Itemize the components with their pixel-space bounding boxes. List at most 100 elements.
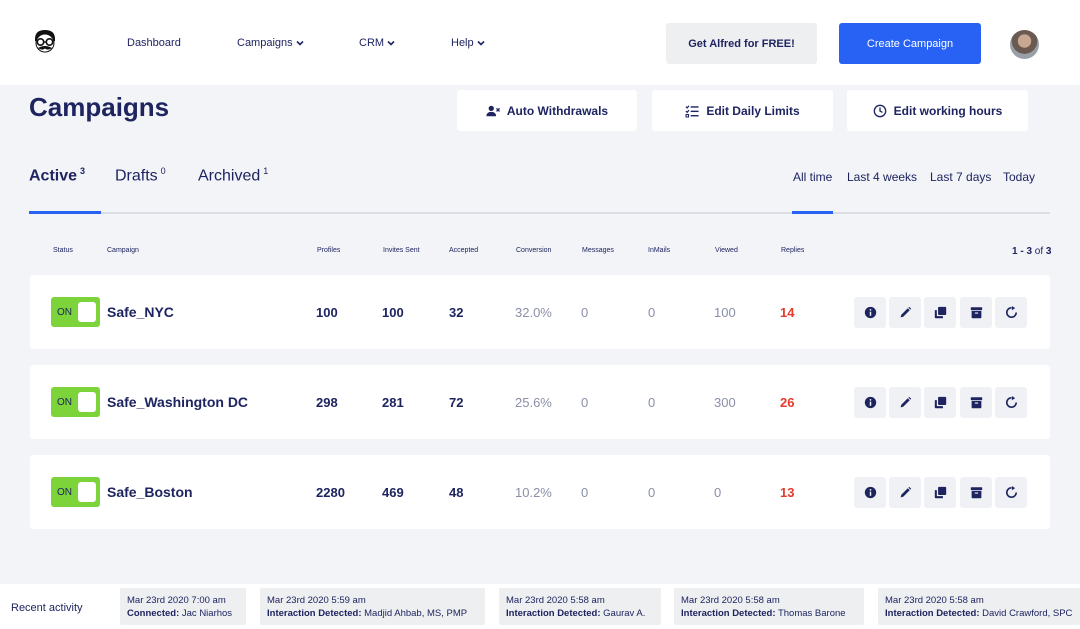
activity-timestamp: Mar 23rd 2020 5:58 am [681, 595, 780, 606]
pencil-icon [900, 486, 911, 498]
tab-archived[interactable]: Archived 1 [198, 166, 268, 185]
activity-timestamp: Mar 23rd 2020 5:58 am [506, 595, 605, 606]
activity-type: Interaction Detected: [885, 608, 980, 619]
campaign-row: ON Safe_Washington DC 298 281 72 25.6% 0 0 300 26 [30, 365, 1050, 439]
campaign-name[interactable]: Safe_Boston [107, 484, 193, 500]
filter-all-time[interactable]: All time [793, 170, 832, 184]
edit-working-hours-label: Edit working hours [893, 103, 1003, 118]
campaign-row: ON Safe_NYC 100 100 32 32.0% 0 0 100 14 [30, 275, 1050, 349]
copy-icon [934, 306, 946, 319]
activity-card[interactable]: Mar 23rd 2020 5:58 am Interaction Detecte… [674, 588, 864, 625]
campaign-name[interactable]: Safe_NYC [107, 304, 174, 320]
refresh-icon [1005, 486, 1017, 498]
copy-button[interactable] [924, 297, 956, 328]
status-toggle[interactable]: ON [51, 387, 100, 417]
column-header-invites-sent: Invites Sent [383, 247, 420, 254]
clock-icon [873, 104, 886, 117]
activity-contact-name: Thomas Barone [777, 608, 846, 619]
activity-contact-name: Jac Niarhos [181, 608, 233, 619]
tab-active-label: Active [29, 167, 78, 185]
copy-button[interactable] [924, 387, 956, 418]
column-header-profiles: Profiles [317, 247, 341, 254]
pagination-range: 1 - 3 [1012, 246, 1033, 257]
activity-card[interactable]: Mar 23rd 2020 5:58 am Interaction Detecte… [878, 588, 1080, 625]
activity-timestamp: Mar 23rd 2020 5:58 am [885, 595, 984, 606]
nav-crm-label: CRM [359, 37, 385, 49]
info-button[interactable] [854, 387, 886, 418]
info-button[interactable] [854, 297, 886, 328]
tab-active[interactable]: Active 3 [29, 166, 85, 185]
activity-type: Interaction Detected: [506, 608, 601, 619]
cell-invites-sent: 469 [382, 485, 404, 500]
activity-timestamp: Mar 23rd 2020 5:59 am [267, 595, 366, 606]
activity-contact-name: David Crawford, SPC [982, 608, 1073, 619]
archive-button[interactable] [960, 297, 992, 328]
activity-type: Connected: [127, 608, 180, 619]
cell-inmails: 0 [648, 485, 656, 500]
active-filter-indicator [792, 211, 833, 214]
cell-invites-sent: 281 [382, 395, 404, 410]
tab-drafts[interactable]: Drafts 0 [115, 166, 166, 185]
nav-dashboard[interactable]: Dashboard [127, 37, 181, 49]
nav-help[interactable]: Help [451, 37, 486, 49]
archive-icon [970, 307, 982, 319]
cell-replies: 26 [780, 395, 795, 410]
refresh-button[interactable] [995, 297, 1027, 328]
activity-contact-name: Madjid Ahbab, MS, PMP [364, 608, 468, 619]
nav-campaigns-label: Campaigns [237, 37, 293, 49]
refresh-icon [1005, 396, 1017, 408]
cell-replies: 14 [780, 305, 795, 320]
pagination-of: of [1034, 246, 1044, 257]
archive-button[interactable] [960, 477, 992, 508]
activity-type: Interaction Detected: [681, 608, 776, 619]
refresh-icon [1005, 306, 1017, 318]
campaign-name[interactable]: Safe_Washington DC [107, 394, 248, 410]
create-campaign-button[interactable]: Create Campaign [839, 23, 981, 64]
cell-viewed: 100 [714, 305, 736, 320]
edit-daily-limits-button[interactable]: Edit Daily Limits [652, 90, 833, 131]
edit-daily-limits-label: Edit Daily Limits [706, 103, 800, 118]
status-toggle-knob [78, 392, 96, 412]
activity-card[interactable]: Mar 23rd 2020 5:59 am Interaction Detecte… [260, 588, 485, 625]
logo-icon[interactable] [29, 27, 61, 59]
get-alfred-free-button[interactable]: Get Alfred for FREE! [666, 23, 817, 64]
chevron-down-icon [387, 40, 395, 46]
pencil-button[interactable] [889, 387, 921, 418]
refresh-button[interactable] [995, 387, 1027, 418]
pencil-button[interactable] [889, 297, 921, 328]
edit-working-hours-button[interactable]: Edit working hours [847, 90, 1028, 131]
archive-button[interactable] [960, 387, 992, 418]
info-icon [864, 396, 876, 409]
column-header-conversion: Conversion [516, 247, 552, 254]
cell-messages: 0 [581, 305, 589, 320]
column-header-status: Status [53, 247, 73, 254]
pagination-total: 3 [1045, 246, 1052, 257]
pencil-icon [900, 396, 911, 408]
tab-active-count: 3 [80, 166, 86, 176]
status-toggle[interactable]: ON [51, 297, 100, 327]
cell-accepted: 48 [449, 485, 464, 500]
nav-campaigns[interactable]: Campaigns [237, 37, 305, 49]
filter-today[interactable]: Today [1003, 170, 1035, 184]
user-avatar[interactable] [1010, 30, 1039, 59]
cell-profiles: 2280 [316, 485, 345, 500]
activity-card[interactable]: Mar 23rd 2020 7:00 am Connected: Jac Niar… [120, 588, 246, 625]
status-toggle-label: ON [57, 487, 72, 498]
copy-button[interactable] [924, 477, 956, 508]
nav-crm[interactable]: CRM [359, 37, 396, 49]
filter-last-7-days[interactable]: Last 7 days [930, 170, 991, 184]
filter-last-4-weeks[interactable]: Last 4 weeks [847, 170, 917, 184]
pencil-button[interactable] [889, 477, 921, 508]
activity-contact-name: Gaurav A. [603, 608, 646, 619]
status-toggle[interactable]: ON [51, 477, 100, 507]
auto-withdrawals-button[interactable]: Auto Withdrawals [457, 90, 637, 131]
campaign-row: ON Safe_Boston 2280 469 48 10.2% 0 0 0 13 [30, 455, 1050, 529]
cell-invites-sent: 100 [382, 305, 404, 320]
refresh-button[interactable] [995, 477, 1027, 508]
status-toggle-knob [78, 482, 96, 502]
top-navigation: Dashboard Campaigns CRM Help Get Alfred … [0, 0, 1080, 85]
info-button[interactable] [854, 477, 886, 508]
cell-profiles: 100 [316, 305, 338, 320]
tab-archived-label: Archived [198, 167, 261, 185]
activity-card[interactable]: Mar 23rd 2020 5:58 am Interaction Detecte… [499, 588, 661, 625]
